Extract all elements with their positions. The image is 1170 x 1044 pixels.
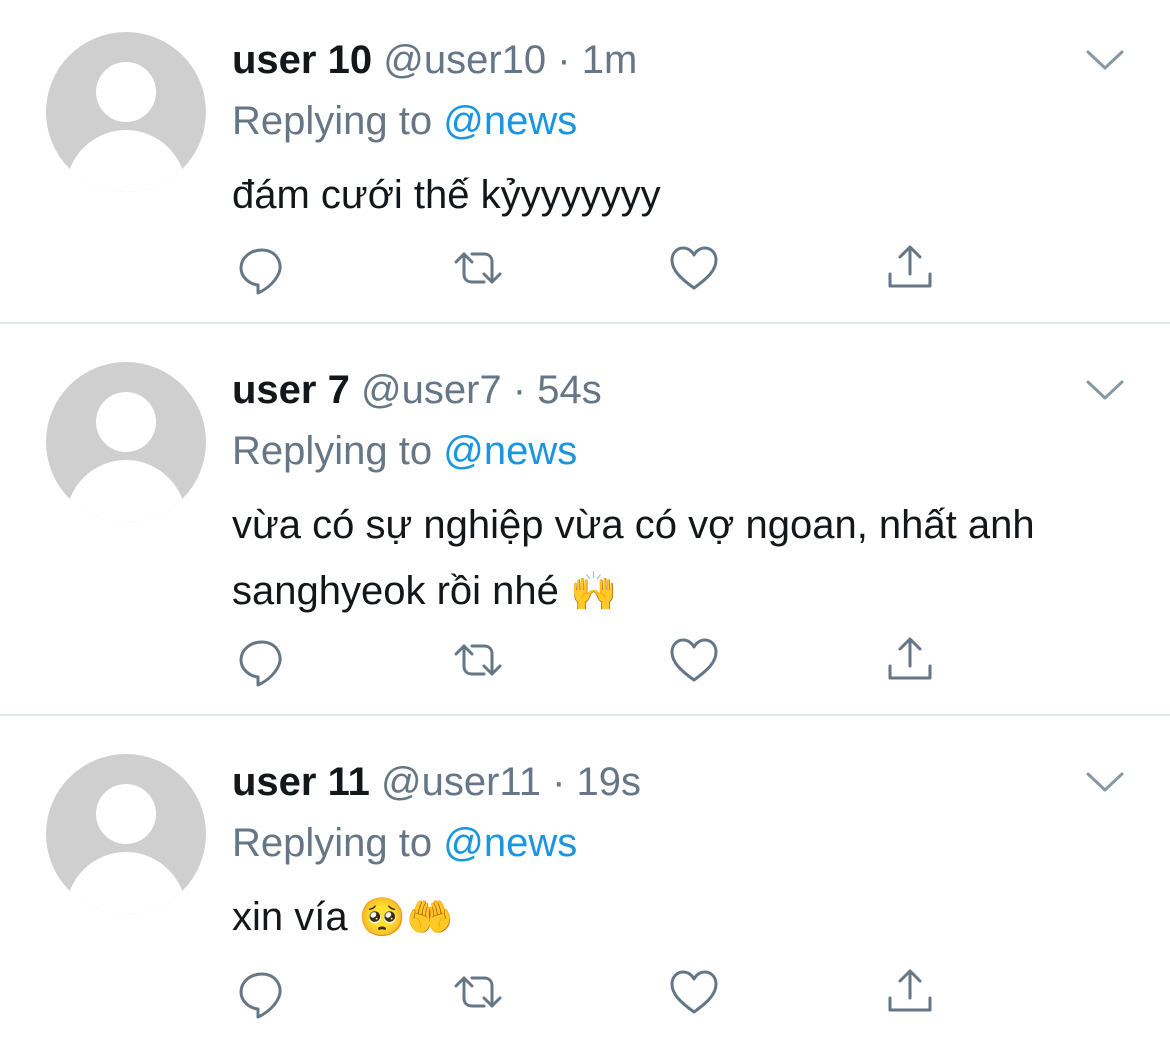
handle[interactable]: @user11 xyxy=(381,760,541,804)
heart-icon xyxy=(670,638,718,682)
like-button[interactable] xyxy=(664,962,724,1022)
reply-button[interactable] xyxy=(232,630,292,690)
like-button[interactable] xyxy=(664,630,724,690)
retweet-button[interactable] xyxy=(448,630,508,690)
tweet-text-content: vừa có sự nghiệp vừa có vợ ngoan, nhất a… xyxy=(232,503,1035,613)
reply-icon xyxy=(239,248,282,295)
emoji: 🙌 xyxy=(570,569,618,613)
retweet-icon xyxy=(454,644,502,676)
mention-link[interactable]: @news xyxy=(443,429,577,473)
timestamp[interactable]: 54s xyxy=(537,368,602,412)
display-name[interactable]: user 11 xyxy=(232,760,370,804)
share-button[interactable] xyxy=(880,962,940,1022)
replying-to: Replying to @news xyxy=(232,94,577,148)
replying-to: Replying to @news xyxy=(232,424,577,478)
reply-icon xyxy=(239,972,282,1019)
timestamp[interactable]: 19s xyxy=(577,760,642,804)
share-icon xyxy=(888,637,932,680)
separator: · xyxy=(552,760,566,804)
separator: · xyxy=(512,368,527,412)
avatar[interactable] xyxy=(46,754,206,914)
tweet-actions xyxy=(232,630,952,690)
tweet-actions xyxy=(232,962,952,1022)
separator: · xyxy=(557,38,571,82)
display-name[interactable]: user 7 xyxy=(232,368,350,412)
replying-prefix: Replying to xyxy=(232,99,433,143)
share-button[interactable] xyxy=(880,238,940,298)
emoji: 🥺🤲 xyxy=(358,895,454,939)
heart-icon xyxy=(670,970,718,1014)
share-button[interactable] xyxy=(880,630,940,690)
divider xyxy=(0,322,1170,324)
tweet-text: đám cưới thế kỷyyyyyyy xyxy=(232,162,1112,228)
like-button[interactable] xyxy=(664,238,724,298)
chevron-down-icon[interactable] xyxy=(1082,40,1128,80)
tweet-header: user 11 @user11 · 19s xyxy=(232,754,641,810)
share-icon xyxy=(888,245,932,288)
reply-button[interactable] xyxy=(232,962,292,1022)
display-name[interactable]: user 10 xyxy=(232,38,372,82)
heart-icon xyxy=(670,246,718,290)
avatar[interactable] xyxy=(46,32,206,192)
chevron-down-icon[interactable] xyxy=(1082,370,1128,410)
tweet-text-content: đám cưới thế kỷyyyyyyy xyxy=(232,173,661,217)
timestamp[interactable]: 1m xyxy=(582,38,638,82)
replying-prefix: Replying to xyxy=(232,429,433,473)
retweet-button[interactable] xyxy=(448,238,508,298)
handle[interactable]: @user10 xyxy=(383,38,546,82)
tweet-actions xyxy=(232,238,952,298)
tweet-text: xin vía 🥺🤲 xyxy=(232,884,1112,950)
reply-button[interactable] xyxy=(232,238,292,298)
reply-icon xyxy=(239,640,282,687)
mention-link[interactable]: @news xyxy=(443,99,577,143)
tweet-header: user 10 @user10 · 1m xyxy=(232,32,637,88)
tweet-text: vừa có sự nghiệp vừa có vợ ngoan, nhất a… xyxy=(232,492,1112,624)
chevron-down-icon[interactable] xyxy=(1082,762,1128,802)
retweet-icon xyxy=(454,252,502,284)
replying-prefix: Replying to xyxy=(232,821,433,865)
avatar[interactable] xyxy=(46,362,206,522)
handle[interactable]: @user7 xyxy=(361,368,502,412)
retweet-button[interactable] xyxy=(448,962,508,1022)
mention-link[interactable]: @news xyxy=(443,821,577,865)
retweet-icon xyxy=(454,976,502,1008)
replying-to: Replying to @news xyxy=(232,816,577,870)
divider xyxy=(0,714,1170,716)
share-icon xyxy=(888,969,932,1012)
tweet-header: user 7 @user7 · 54s xyxy=(232,362,602,418)
tweet-text-content: xin vía xyxy=(232,895,348,939)
